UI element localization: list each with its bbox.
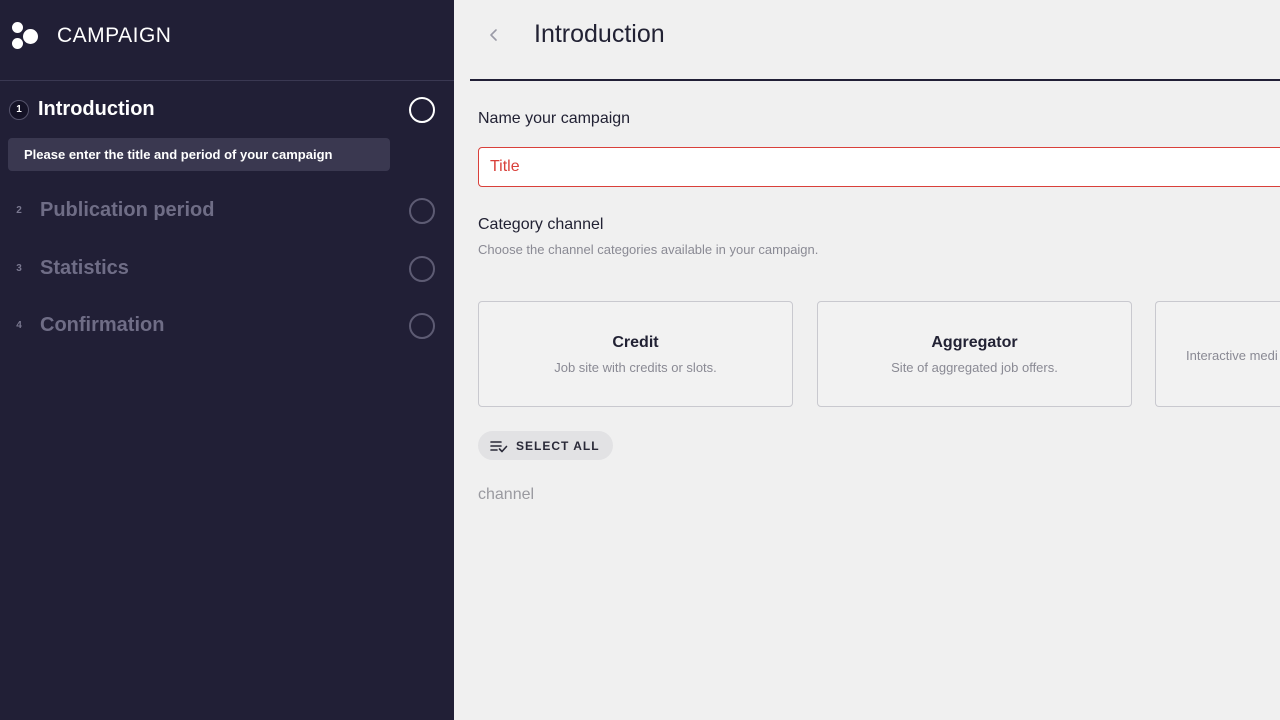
campaign-title-input[interactable] bbox=[478, 147, 1280, 187]
channel-label: channel bbox=[478, 486, 535, 503]
category-card-aggregator[interactable]: Aggregator Site of aggregated job offers… bbox=[817, 301, 1132, 407]
main-panel: Introduction Name your campaign Category… bbox=[454, 0, 1280, 720]
brand-title: CAMPAIGN bbox=[57, 24, 172, 47]
chevron-left-icon bbox=[490, 29, 497, 41]
step-status-circle-icon bbox=[409, 198, 435, 224]
step-status-circle-icon bbox=[409, 256, 435, 282]
card-description: Job site with credits or slots. bbox=[554, 360, 717, 375]
step-label: Publication period bbox=[40, 199, 215, 221]
category-section-label: Category channel bbox=[478, 216, 604, 233]
step-number: 1 bbox=[9, 100, 29, 120]
step-introduction[interactable]: 1 Introduction bbox=[0, 90, 454, 130]
step-label: Introduction bbox=[38, 98, 155, 120]
step-confirmation[interactable]: 4 Confirmation bbox=[0, 306, 454, 346]
campaign-logo-icon bbox=[10, 22, 40, 50]
step-number: 2 bbox=[16, 205, 22, 216]
card-description: Interactive medi bbox=[1186, 348, 1278, 363]
step-status-circle-icon bbox=[409, 97, 435, 123]
card-title: Credit bbox=[612, 334, 659, 351]
title-divider bbox=[470, 79, 1280, 81]
step-number: 3 bbox=[16, 263, 22, 274]
back-button[interactable] bbox=[484, 24, 504, 48]
category-card-credit[interactable]: Credit Job site with credits or slots. bbox=[478, 301, 793, 407]
page-title: Introduction bbox=[534, 20, 665, 48]
step-label: Statistics bbox=[40, 257, 129, 279]
category-card-interactive[interactable]: Interactive medi bbox=[1155, 301, 1280, 407]
checklist-icon bbox=[490, 440, 508, 452]
step-number: 4 bbox=[16, 320, 22, 331]
step-label: Confirmation bbox=[40, 314, 165, 336]
name-section-label: Name your campaign bbox=[478, 110, 631, 127]
step-hint: Please enter the title and period of you… bbox=[8, 138, 390, 171]
step-statistics[interactable]: 3 Statistics bbox=[0, 249, 454, 289]
select-all-button[interactable]: SELECT ALL bbox=[478, 431, 613, 460]
card-title: Aggregator bbox=[931, 334, 1018, 351]
step-publication-period[interactable]: 2 Publication period bbox=[0, 191, 454, 231]
category-section-description: Choose the channel categories available … bbox=[478, 242, 819, 257]
select-all-label: SELECT ALL bbox=[516, 438, 600, 453]
step-status-circle-icon bbox=[409, 313, 435, 339]
card-description: Site of aggregated job offers. bbox=[891, 360, 1058, 375]
sidebar: CAMPAIGN 1 Introduction Please enter the… bbox=[0, 0, 454, 720]
brand-header: CAMPAIGN bbox=[0, 0, 454, 81]
